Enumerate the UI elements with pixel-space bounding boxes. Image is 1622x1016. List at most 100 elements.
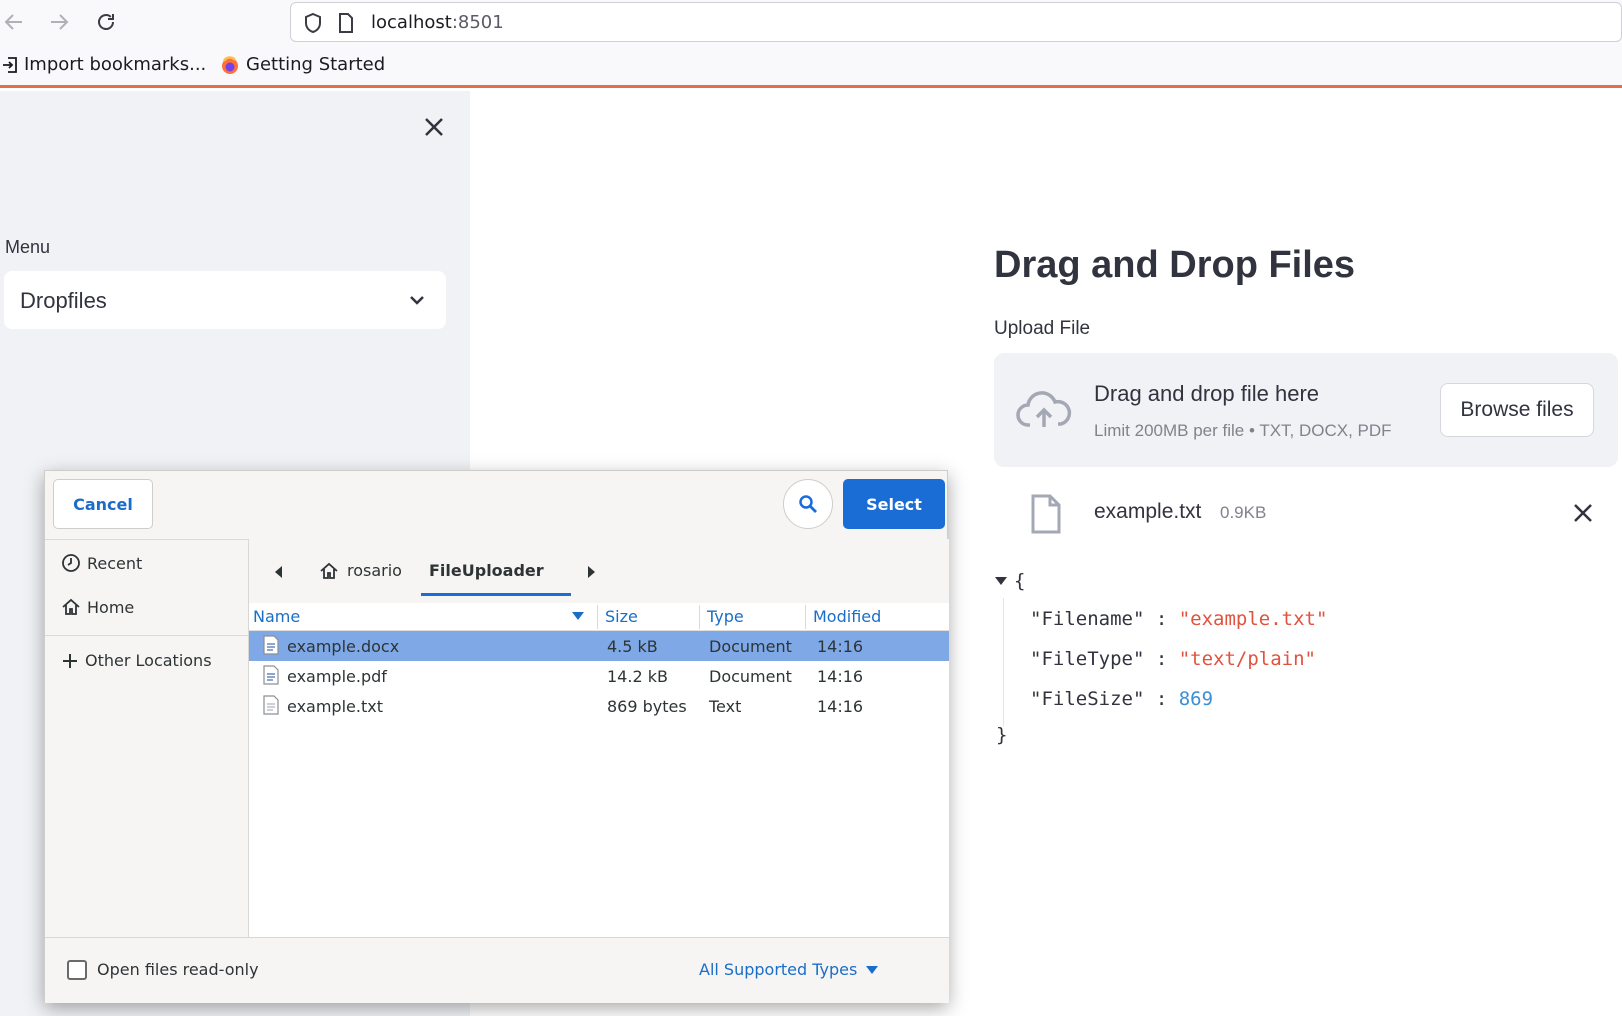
url-bar[interactable]: localhost:8501 xyxy=(290,2,1622,42)
uploaded-file-size: 0.9KB xyxy=(1220,503,1267,522)
json-entry: "FileType" : "text/plain" xyxy=(1030,648,1316,670)
file-size: 14.2 kB xyxy=(607,667,668,686)
place-label: Home xyxy=(87,597,135,617)
file-row[interactable]: example.docx 4.5 kB Document 14:16 xyxy=(249,631,949,661)
path-item-current[interactable]: FileUploader xyxy=(429,561,544,580)
file-row[interactable]: example.pdf 14.2 kB Document 14:16 xyxy=(249,661,949,691)
browser-toolbar: localhost:8501 xyxy=(0,0,1622,44)
search-icon xyxy=(799,495,817,513)
json-close-brace: } xyxy=(996,724,1008,746)
json-value: "text/plain" xyxy=(1178,648,1316,670)
column-header-name[interactable]: Name xyxy=(253,607,300,626)
menu-select[interactable]: Dropfiles xyxy=(4,271,446,329)
file-modified: 14:16 xyxy=(817,637,864,656)
file-name: example.docx xyxy=(287,637,400,656)
place-other-locations[interactable]: Other Locations xyxy=(61,651,212,670)
url-text[interactable]: localhost:8501 xyxy=(371,12,504,33)
file-type: Document xyxy=(709,637,792,656)
shield-icon[interactable] xyxy=(303,12,323,34)
upload-label: Upload File xyxy=(994,318,1091,339)
file-chooser-dialog: Cancel Select Recent Home Other Location… xyxy=(44,470,949,1003)
home-icon xyxy=(62,598,80,615)
browse-files-button[interactable]: Browse files xyxy=(1440,383,1594,437)
dropdown-triangle-icon xyxy=(866,965,879,974)
column-header-type[interactable]: Type xyxy=(707,607,744,626)
json-separator: : xyxy=(1144,688,1179,710)
plus-icon xyxy=(63,653,77,668)
search-button[interactable] xyxy=(783,479,833,529)
firefox-icon xyxy=(222,55,238,74)
path-forward-icon[interactable] xyxy=(587,565,597,579)
path-parent-label: rosario xyxy=(347,561,402,580)
file-modified: 14:16 xyxy=(817,667,864,686)
select-button[interactable]: Select xyxy=(843,479,945,529)
chevron-down-icon xyxy=(410,296,424,305)
cancel-button[interactable]: Cancel xyxy=(53,479,153,529)
cloud-upload-icon xyxy=(1016,391,1072,427)
document-icon xyxy=(263,665,279,685)
sort-descending-icon[interactable] xyxy=(571,611,585,621)
file-list: Name Size Type Modified example.docx 4.5… xyxy=(249,603,949,937)
file-name: example.pdf xyxy=(287,667,387,686)
close-icon[interactable] xyxy=(420,113,448,141)
bookmark-label: Getting Started xyxy=(246,54,386,75)
read-only-checkbox[interactable] xyxy=(67,960,87,980)
reload-icon xyxy=(98,14,114,30)
file-type-filter-dropdown[interactable]: All Supported Types xyxy=(699,960,879,979)
bookmark-import[interactable]: Import bookmarks... xyxy=(2,54,206,75)
remove-file-icon[interactable] xyxy=(1570,500,1596,526)
file-icon xyxy=(1031,494,1061,534)
file-type: Text xyxy=(709,697,742,716)
place-label: Recent xyxy=(87,553,143,573)
arrow-left-icon xyxy=(4,14,22,30)
json-separator: : xyxy=(1144,648,1179,670)
document-icon xyxy=(263,635,279,655)
reload-button[interactable] xyxy=(92,8,120,36)
json-value: 869 xyxy=(1178,688,1214,710)
json-key: "FileSize" xyxy=(1030,688,1145,710)
bookmark-label: Import bookmarks... xyxy=(24,54,207,75)
clock-icon xyxy=(62,554,80,572)
file-row[interactable]: example.txt 869 bytes Text 14:16 xyxy=(249,691,949,721)
column-header-size[interactable]: Size xyxy=(605,607,638,626)
json-entry: "Filename" : "example.txt" xyxy=(1030,608,1327,630)
file-size: 869 bytes xyxy=(607,697,687,716)
url-host: localhost xyxy=(371,12,452,33)
json-open-brace: { xyxy=(1014,570,1026,592)
json-value: "example.txt" xyxy=(1178,608,1328,630)
uploaded-file-row: example.txt 0.9KB xyxy=(994,488,1618,540)
file-dropzone[interactable]: Drag and drop file here Limit 200MB per … xyxy=(994,353,1618,467)
json-key: "Filename" xyxy=(1030,608,1145,630)
dropzone-title: Drag and drop file here xyxy=(1094,381,1320,406)
path-current-indicator xyxy=(421,593,571,596)
place-label: Other Locations xyxy=(85,651,212,670)
forward-button[interactable] xyxy=(45,8,73,36)
import-icon xyxy=(3,56,17,73)
bookmarks-bar: Import bookmarks... Getting Started xyxy=(0,44,1622,88)
path-item-home[interactable]: rosario xyxy=(319,561,402,580)
column-separator xyxy=(805,605,806,629)
bookmark-getting-started[interactable]: Getting Started xyxy=(220,54,385,75)
places-sidebar: Recent Home Other Locations xyxy=(45,539,249,937)
path-current-label: FileUploader xyxy=(429,561,544,580)
place-recent[interactable]: Recent xyxy=(61,553,142,573)
arrow-right-icon xyxy=(51,14,69,30)
menu-select-value: Dropfiles xyxy=(20,288,107,313)
path-back-icon[interactable] xyxy=(273,565,283,579)
text-file-icon xyxy=(263,695,279,715)
page-title: Drag and Drop Files xyxy=(994,244,1356,286)
file-name: example.txt xyxy=(287,697,383,716)
dropzone-limit: Limit 200MB per file • TXT, DOCX, PDF xyxy=(1094,421,1392,440)
places-separator xyxy=(45,539,249,540)
collapse-triangle-icon[interactable] xyxy=(994,576,1008,586)
json-indent-guide xyxy=(1003,598,1004,726)
json-separator: : xyxy=(1144,608,1179,630)
back-button[interactable] xyxy=(0,8,28,36)
page-icon xyxy=(339,13,353,33)
url-port: :8501 xyxy=(451,12,504,33)
home-icon xyxy=(320,562,338,579)
places-separator xyxy=(45,635,249,636)
column-header-modified[interactable]: Modified xyxy=(813,607,881,626)
place-home[interactable]: Home xyxy=(61,597,134,617)
json-entry: "FileSize" : 869 xyxy=(1030,688,1213,710)
